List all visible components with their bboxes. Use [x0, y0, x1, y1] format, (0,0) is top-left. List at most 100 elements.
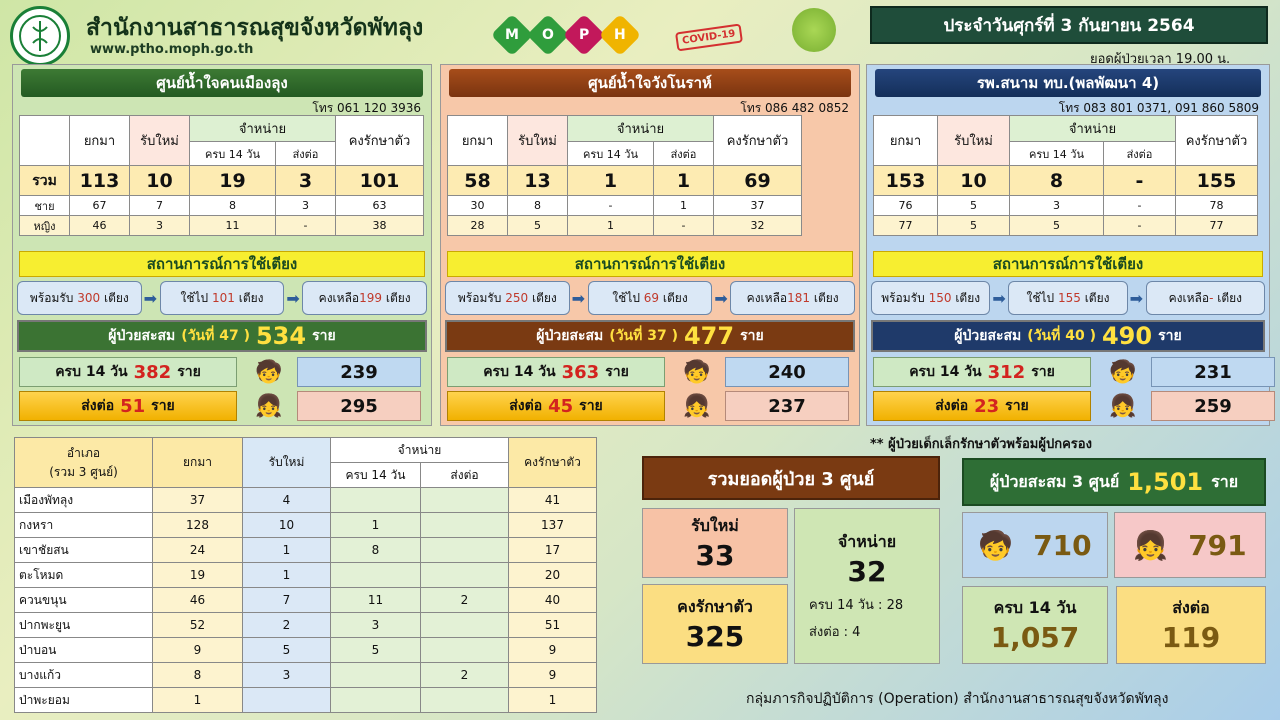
complete14-box: ครบ 14 วัน 312 ราย: [873, 357, 1091, 387]
carry-header: ยกมา: [447, 115, 508, 166]
district-cell: 128: [152, 512, 243, 538]
male-cell: 1: [653, 195, 714, 216]
new-header: รับใหม่: [507, 115, 568, 166]
district-cell: [420, 612, 509, 638]
male-cell: 8: [507, 195, 568, 216]
district-cell: 5: [242, 637, 331, 663]
total-cell: 1: [653, 165, 714, 196]
district-cell: 7: [242, 587, 331, 613]
district-name: บางแก้ว: [14, 662, 153, 688]
bed-ready: พร้อมรับ 250 เตียง: [445, 281, 570, 315]
arrow-right-icon: ➡: [571, 288, 586, 308]
carry-header: ยกมา: [69, 115, 130, 166]
center-table: ยกมา รับใหม่ จำหน่าย คงรักษาตัว ครบ 14 ว…: [447, 115, 802, 236]
new-header: รับใหม่: [242, 437, 331, 488]
boy-icon: 🧒: [683, 359, 711, 385]
district-cell: 1: [242, 562, 331, 588]
male-cell: 3: [275, 195, 336, 216]
district-cell: 41: [508, 487, 597, 513]
district-cell: 10: [242, 512, 331, 538]
female-cell: 38: [335, 215, 424, 236]
male-cell: 67: [69, 195, 130, 216]
district-cell: 9: [152, 637, 243, 663]
table-row: ป่าพะยอม 1 1: [14, 687, 597, 713]
female-cell: -: [275, 215, 336, 236]
district-cell: [330, 687, 421, 713]
boy-icon: 🧒: [978, 528, 1014, 562]
refer-header: ส่งต่อ: [1103, 141, 1176, 166]
female-cell: 77: [1175, 215, 1258, 236]
district-name: เมืองพัทลุง: [14, 487, 153, 513]
district-name: ตะโหมด: [14, 562, 153, 588]
district-cell: 2: [242, 612, 331, 638]
male-cell: 30: [447, 195, 508, 216]
center-title: รพ.สนาม ทบ.(พลพัฒนา 4): [875, 69, 1261, 97]
male-cell: -: [1103, 195, 1176, 216]
district-cell: 9: [508, 637, 597, 663]
total-cell: 113: [69, 165, 130, 196]
new-header: รับใหม่: [937, 115, 1010, 166]
bed-left: คงเหลือ 181 เตียง: [730, 281, 856, 315]
female-cell: 3: [129, 215, 190, 236]
bed-left: คงเหลือ 199 เตียง: [302, 281, 428, 315]
covid-stamp: COVID-19: [674, 23, 743, 52]
remain-header: คงรักษาตัว: [713, 115, 802, 166]
female-cell: 28: [447, 215, 508, 236]
discharge-header: จำหน่าย: [1009, 115, 1176, 142]
moph-p-badge: P: [562, 13, 606, 57]
complete14-box: ครบ 14 วัน 382 ราย: [19, 357, 237, 387]
accumulated-bar: ผู้ป่วยสะสม (วันที่ 47 ) 534 ราย: [17, 320, 427, 352]
summary-title: รวมยอดผู้ป่วย 3 ศูนย์: [642, 456, 940, 500]
girls-count: 295: [297, 391, 421, 421]
center-panel-3: รพ.สนาม ทบ.(พลพัฒนา 4) โทร 083 801 0371,…: [866, 64, 1275, 426]
summary-new: รับใหม่ 33: [642, 508, 788, 578]
district-name: กงหรา: [14, 512, 153, 538]
bed-used: ใช้ไป 155 เตียง: [1008, 281, 1128, 315]
remain-header: คงรักษาตัว: [1175, 115, 1258, 166]
total-cell: 69: [713, 165, 802, 196]
moph-badges: M O P H: [490, 13, 642, 57]
table-row: บางแก้ว 8 3 2 9: [14, 662, 597, 688]
refer-box: ส่งต่อ 23 ราย: [873, 391, 1091, 421]
total-cell: 8: [1009, 165, 1104, 196]
refer-box: ส่งต่อ 51 ราย: [19, 391, 237, 421]
girls-count: 259: [1151, 391, 1275, 421]
district-cell: [420, 687, 509, 713]
total-cell: 1: [567, 165, 654, 196]
female-cell: -: [653, 215, 714, 236]
bed-status-title: สถานการณ์การใช้เตียง: [873, 251, 1263, 277]
district-cell: 9: [508, 662, 597, 688]
district-name: เขาชัยสน: [14, 537, 153, 563]
district-cell: 37: [152, 487, 243, 513]
district-cell: 1: [242, 537, 331, 563]
report-date: ประจำวันศุกร์ที่ 3 กันยายน 2564: [870, 6, 1268, 44]
complete-header: ครบ 14 วัน: [567, 141, 654, 166]
female-cell: 77: [873, 215, 938, 236]
moph-logo: [10, 6, 70, 66]
district-cell: 17: [508, 537, 597, 563]
footer-operation: กลุ่มภารกิจปฏิบัติการ (Operation) สำนักง…: [746, 691, 1169, 707]
district-cell: 2: [420, 587, 509, 613]
discharge-header: จำหน่าย: [567, 115, 714, 142]
male-cell: -: [567, 195, 654, 216]
female-cell: 11: [189, 215, 276, 236]
male-cell: 5: [937, 195, 1010, 216]
center-title: ศูนย์น้ำใจวังโนราห์: [449, 69, 851, 97]
district-cell: 1: [508, 687, 597, 713]
boy-icon: 🧒: [255, 359, 283, 385]
boys-count: 239: [297, 357, 421, 387]
carry-header: ยกมา: [152, 437, 243, 488]
table-row: เขาชัยสน 24 1 8 17: [14, 537, 597, 563]
arrow-right-icon: ➡: [1129, 288, 1144, 308]
district-cell: 20: [508, 562, 597, 588]
district-cell: 1: [152, 687, 243, 713]
website-link[interactable]: www.ptho.moph.go.th: [90, 42, 253, 57]
female-row-label: หญิง: [19, 215, 70, 236]
female-cell: 46: [69, 215, 130, 236]
virus-icon: [792, 8, 836, 52]
male-row-label: ชาย: [19, 195, 70, 216]
center-table: ยกมา รับใหม่ จำหน่าย คงรักษาตัว ครบ 14 ว…: [19, 115, 424, 236]
total-cell: 153: [873, 165, 938, 196]
complete-header: ครบ 14 วัน: [1009, 141, 1104, 166]
bed-status-title: สถานการณ์การใช้เตียง: [447, 251, 853, 277]
